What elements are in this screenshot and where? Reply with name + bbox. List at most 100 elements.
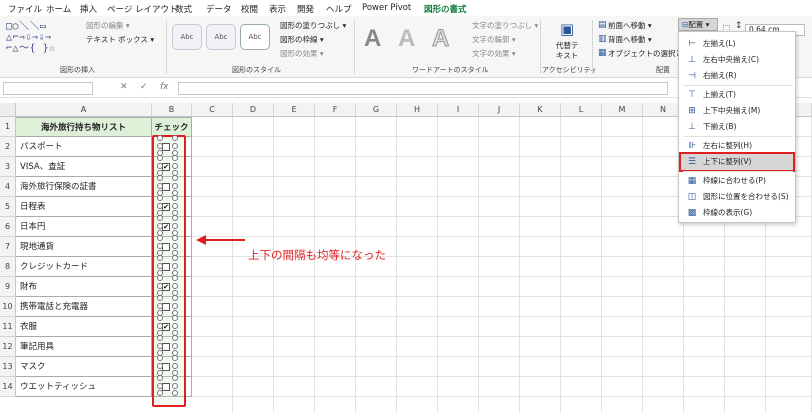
resize-handle[interactable] [157, 343, 163, 349]
column-header-E[interactable]: E [274, 103, 315, 117]
resize-handle[interactable] [172, 283, 178, 289]
checkbox-6[interactable] [162, 243, 170, 251]
resize-handle[interactable] [172, 223, 178, 229]
resize-handle[interactable] [172, 335, 178, 341]
shape-fill-button[interactable]: 図形の塗りつぶし ▾ [280, 20, 346, 31]
resize-handle[interactable] [157, 303, 163, 309]
resize-handle[interactable] [172, 303, 178, 309]
checkbox-8[interactable]: ✔ [162, 283, 170, 291]
resize-handle[interactable] [157, 183, 163, 189]
enter-icon[interactable]: ✓ [140, 82, 148, 92]
text-box-button[interactable]: テキスト ボックス ▾ [86, 34, 154, 45]
bring-forward-button[interactable]: 前面へ移動 ▾ [608, 20, 652, 31]
menu-item-7[interactable]: ☰ 上下に整列(V) [679, 152, 795, 172]
item-cell[interactable]: 日本円 [16, 217, 152, 237]
name-box[interactable] [3, 82, 93, 95]
resize-handle[interactable] [157, 383, 163, 389]
shape-style-3[interactable]: Abc [240, 24, 270, 50]
column-header-A[interactable]: A [16, 103, 152, 117]
checkbox-12[interactable] [162, 363, 170, 371]
menu-item-1[interactable]: ⊥ 左右中央揃え(C) [681, 52, 793, 68]
checkbox-10[interactable]: ✔ [162, 323, 170, 331]
shape-gallery[interactable]: □○＼＼▭ △⌐⇒⇩⇒⇩⇒ ⌐△〜{ }☆ [6, 21, 70, 54]
cancel-icon[interactable]: ✕ [120, 82, 128, 92]
resize-handle[interactable] [157, 235, 163, 241]
resize-handle[interactable] [157, 295, 163, 301]
alt-text-label-2[interactable]: キスト [556, 50, 578, 61]
shape-outline-button[interactable]: 図形の枠線 ▾ [280, 34, 324, 45]
row-header-2[interactable]: 2 [0, 137, 16, 157]
row-header-3[interactable]: 3 [0, 157, 16, 177]
resize-handle[interactable] [157, 363, 163, 369]
tab-10[interactable]: Power Pivot [362, 3, 411, 13]
shape-row[interactable]: ⌐△〜{ }☆ [6, 43, 70, 54]
text-outline-button[interactable]: 文字の輪郭 ▾ [472, 34, 516, 45]
checkbox-7[interactable] [162, 263, 170, 271]
resize-handle[interactable] [157, 243, 163, 249]
tab-5[interactable]: データ [206, 3, 232, 15]
resize-handle[interactable] [172, 175, 178, 181]
row-header-4[interactable]: 4 [0, 177, 16, 197]
tab-6[interactable]: 校閲 [241, 3, 258, 15]
resize-handle[interactable] [172, 143, 178, 149]
insert-function-icon[interactable]: fx [160, 82, 169, 92]
row-header-8[interactable]: 8 [0, 257, 16, 277]
resize-handle[interactable] [157, 255, 163, 261]
resize-handle[interactable] [172, 355, 178, 361]
item-cell[interactable]: パスポート [16, 137, 152, 157]
resize-handle[interactable] [157, 390, 163, 396]
resize-handle[interactable] [157, 155, 163, 161]
row-header-10[interactable]: 10 [0, 297, 16, 317]
menu-item-2[interactable]: ⊣ 右揃え(R) [681, 68, 793, 84]
menu-item-5[interactable]: ⊥ 下揃え(B) [681, 119, 793, 135]
select-all-corner[interactable] [0, 103, 16, 117]
menu-item-3[interactable]: ⊤ 上揃え(T) [681, 87, 793, 103]
row-header-9[interactable]: 9 [0, 277, 16, 297]
resize-handle[interactable] [172, 343, 178, 349]
shape-style-1[interactable]: Abc [172, 24, 202, 50]
resize-handle[interactable] [157, 375, 163, 381]
column-header-K[interactable]: K [520, 103, 561, 117]
resize-handle[interactable] [157, 203, 163, 209]
resize-handle[interactable] [172, 275, 178, 281]
checkbox-13[interactable] [162, 383, 170, 391]
shape-row[interactable]: △⌐⇒⇩⇒⇩⇒ [6, 32, 70, 43]
edit-shape-button[interactable]: 図形の編集 ▾ [86, 20, 130, 31]
resize-handle[interactable] [172, 183, 178, 189]
tab-0[interactable]: ファイル [8, 3, 42, 15]
tab-4[interactable]: 数式 [175, 3, 192, 15]
header-cell-item[interactable]: 海外旅行持ち物リスト [16, 117, 152, 137]
item-cell[interactable]: 筆記用具 [16, 337, 152, 357]
resize-handle[interactable] [157, 323, 163, 329]
item-cell[interactable]: 財布 [16, 277, 152, 297]
item-cell[interactable]: 海外旅行保険の証書 [16, 177, 152, 197]
formula-input[interactable] [178, 82, 668, 95]
item-cell[interactable]: 衣服 [16, 317, 152, 337]
resize-handle[interactable] [157, 143, 163, 149]
shape-style-2[interactable]: Abc [206, 24, 236, 50]
resize-handle[interactable] [157, 275, 163, 281]
column-header-D[interactable]: D [233, 103, 274, 117]
row-header-14[interactable]: 14 [0, 377, 16, 397]
wordart-style-1[interactable]: A [364, 25, 381, 53]
resize-handle[interactable] [172, 243, 178, 249]
column-header-B[interactable]: B [152, 103, 192, 117]
row-header-1[interactable]: 1 [0, 117, 16, 137]
resize-handle[interactable] [172, 383, 178, 389]
column-header-C[interactable]: C [192, 103, 233, 117]
resize-handle[interactable] [172, 215, 178, 221]
checkbox-5[interactable]: ✔ [162, 223, 170, 231]
resize-handle[interactable] [157, 215, 163, 221]
row-header-7[interactable]: 7 [0, 237, 16, 257]
resize-handle[interactable] [157, 283, 163, 289]
checkbox-4[interactable]: ✔ [162, 203, 170, 211]
shape-row[interactable]: □○＼＼▭ [6, 21, 70, 32]
resize-handle[interactable] [172, 235, 178, 241]
text-effects-button[interactable]: 文字の効果 ▾ [472, 48, 516, 59]
row-header-12[interactable]: 12 [0, 337, 16, 357]
resize-handle[interactable] [157, 355, 163, 361]
row-header-13[interactable]: 13 [0, 357, 16, 377]
column-header-G[interactable]: G [356, 103, 397, 117]
resize-handle[interactable] [172, 315, 178, 321]
menu-item-9[interactable]: ◫ 図形に位置を合わせる(S) [681, 189, 793, 205]
